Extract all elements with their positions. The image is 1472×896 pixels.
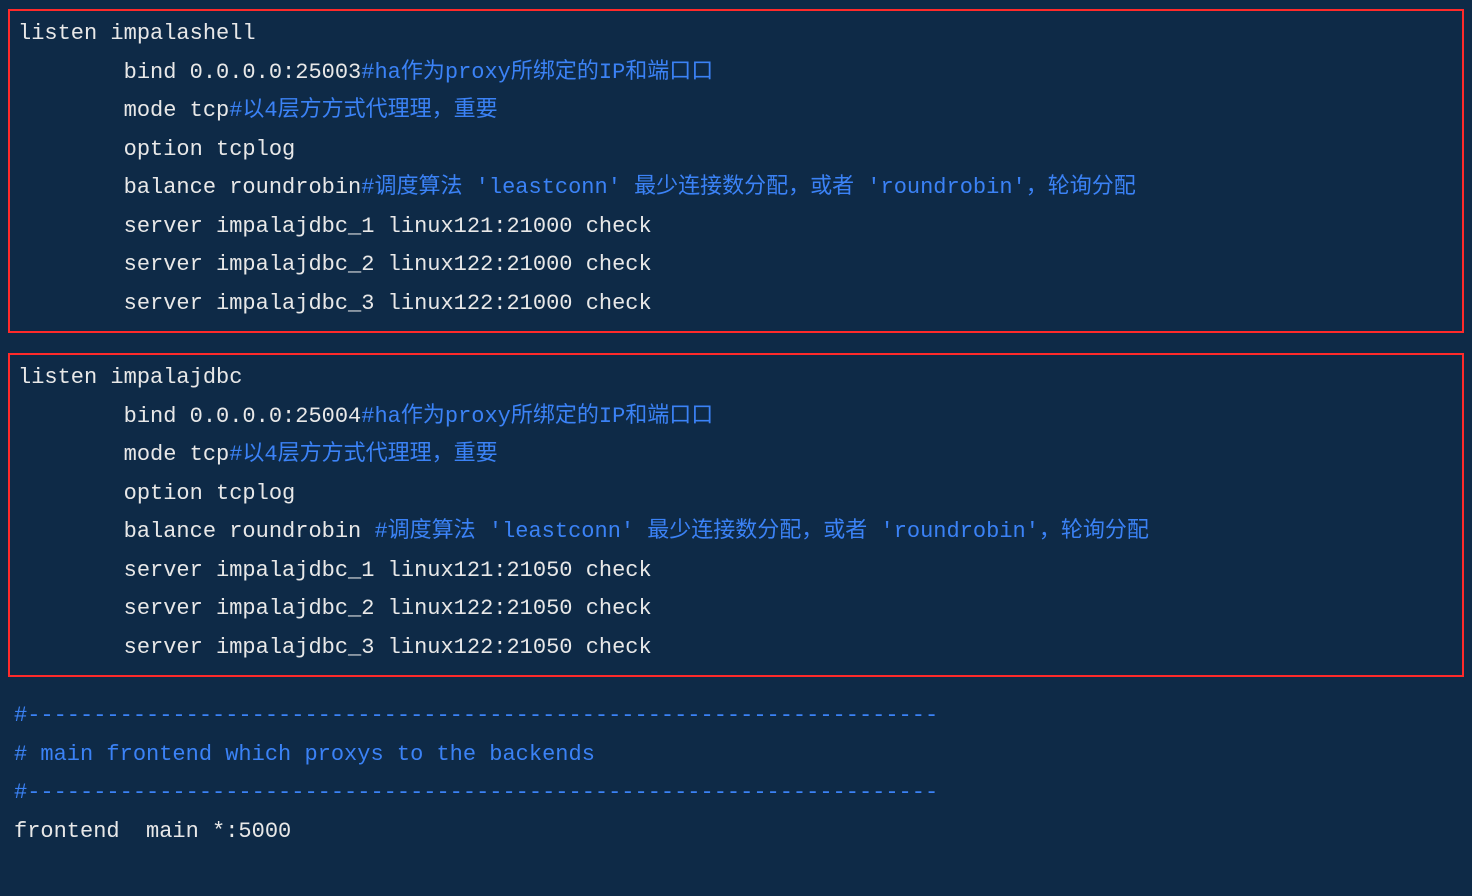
config-line: bind 0.0.0.0:25004#ha作为proxy所绑定的IP和端口口 [18, 398, 1454, 437]
config-line: option tcplog [18, 131, 1454, 170]
cfg-text: server impalajdbc_1 linux121:21000 check [18, 214, 652, 239]
cfg-text: bind 0.0.0.0:25004 [18, 404, 361, 429]
cfg-comment: #ha作为proxy所绑定的IP和端口口 [361, 404, 713, 429]
config-line: server impalajdbc_1 linux121:21050 check [18, 552, 1454, 591]
cfg-text: balance roundrobin [18, 175, 361, 200]
cfg-text: mode tcp [18, 442, 229, 467]
config-line: balance roundrobin #调度算法 'leastconn' 最少连… [18, 513, 1454, 552]
cfg-text: option tcplog [18, 481, 295, 506]
separator-line: #---------------------------------------… [14, 774, 1472, 813]
config-footer: #---------------------------------------… [0, 697, 1472, 851]
cfg-text: mode tcp [18, 98, 229, 123]
config-line: server impalajdbc_2 linux122:21050 check [18, 590, 1454, 629]
cfg-text: frontend main *:5000 [14, 819, 291, 844]
config-block-impalashell: listen impalashell bind 0.0.0.0:25003#ha… [8, 9, 1464, 333]
cfg-text: server impalajdbc_1 linux121:21050 check [18, 558, 652, 583]
cfg-comment: #---------------------------------------… [14, 780, 938, 805]
cfg-text: option tcplog [18, 137, 295, 162]
cfg-text: bind 0.0.0.0:25003 [18, 60, 361, 85]
cfg-comment: #调度算法 'leastconn' 最少连接数分配，或者 'roundrobin… [361, 175, 1135, 200]
config-line: server impalajdbc_1 linux121:21000 check [18, 208, 1454, 247]
separator-line: #---------------------------------------… [14, 697, 1472, 736]
cfg-comment: #---------------------------------------… [14, 703, 938, 728]
cfg-comment: #以4层方方式代理理，重要 [229, 98, 497, 123]
config-line: option tcplog [18, 475, 1454, 514]
cfg-text: listen impalashell [18, 21, 256, 46]
config-line: server impalajdbc_2 linux122:21000 check [18, 246, 1454, 285]
cfg-text: balance roundrobin [18, 519, 374, 544]
config-line: server impalajdbc_3 linux122:21000 check [18, 285, 1454, 324]
cfg-comment: # main frontend which proxys to the back… [14, 742, 595, 767]
cfg-text: listen impalajdbc [18, 365, 242, 390]
comment-line: # main frontend which proxys to the back… [14, 736, 1472, 775]
cfg-text: server impalajdbc_2 linux122:21050 check [18, 596, 652, 621]
cfg-text: server impalajdbc_3 linux122:21000 check [18, 291, 652, 316]
config-line: listen impalashell [18, 15, 1454, 54]
config-line: listen impalajdbc [18, 359, 1454, 398]
config-line: bind 0.0.0.0:25003#ha作为proxy所绑定的IP和端口口 [18, 54, 1454, 93]
cfg-comment: #调度算法 'leastconn' 最少连接数分配，或者 'roundrobin… [374, 519, 1148, 544]
config-line: mode tcp#以4层方方式代理理，重要 [18, 92, 1454, 131]
config-line: mode tcp#以4层方方式代理理，重要 [18, 436, 1454, 475]
config-block-impalajdbc: listen impalajdbc bind 0.0.0.0:25004#ha作… [8, 353, 1464, 677]
cfg-comment: #ha作为proxy所绑定的IP和端口口 [361, 60, 713, 85]
cfg-text: server impalajdbc_2 linux122:21000 check [18, 252, 652, 277]
cfg-comment: #以4层方方式代理理，重要 [229, 442, 497, 467]
config-line: server impalajdbc_3 linux122:21050 check [18, 629, 1454, 668]
cfg-text: server impalajdbc_3 linux122:21050 check [18, 635, 652, 660]
config-line: frontend main *:5000 [14, 813, 1472, 852]
config-line: balance roundrobin#调度算法 'leastconn' 最少连接… [18, 169, 1454, 208]
